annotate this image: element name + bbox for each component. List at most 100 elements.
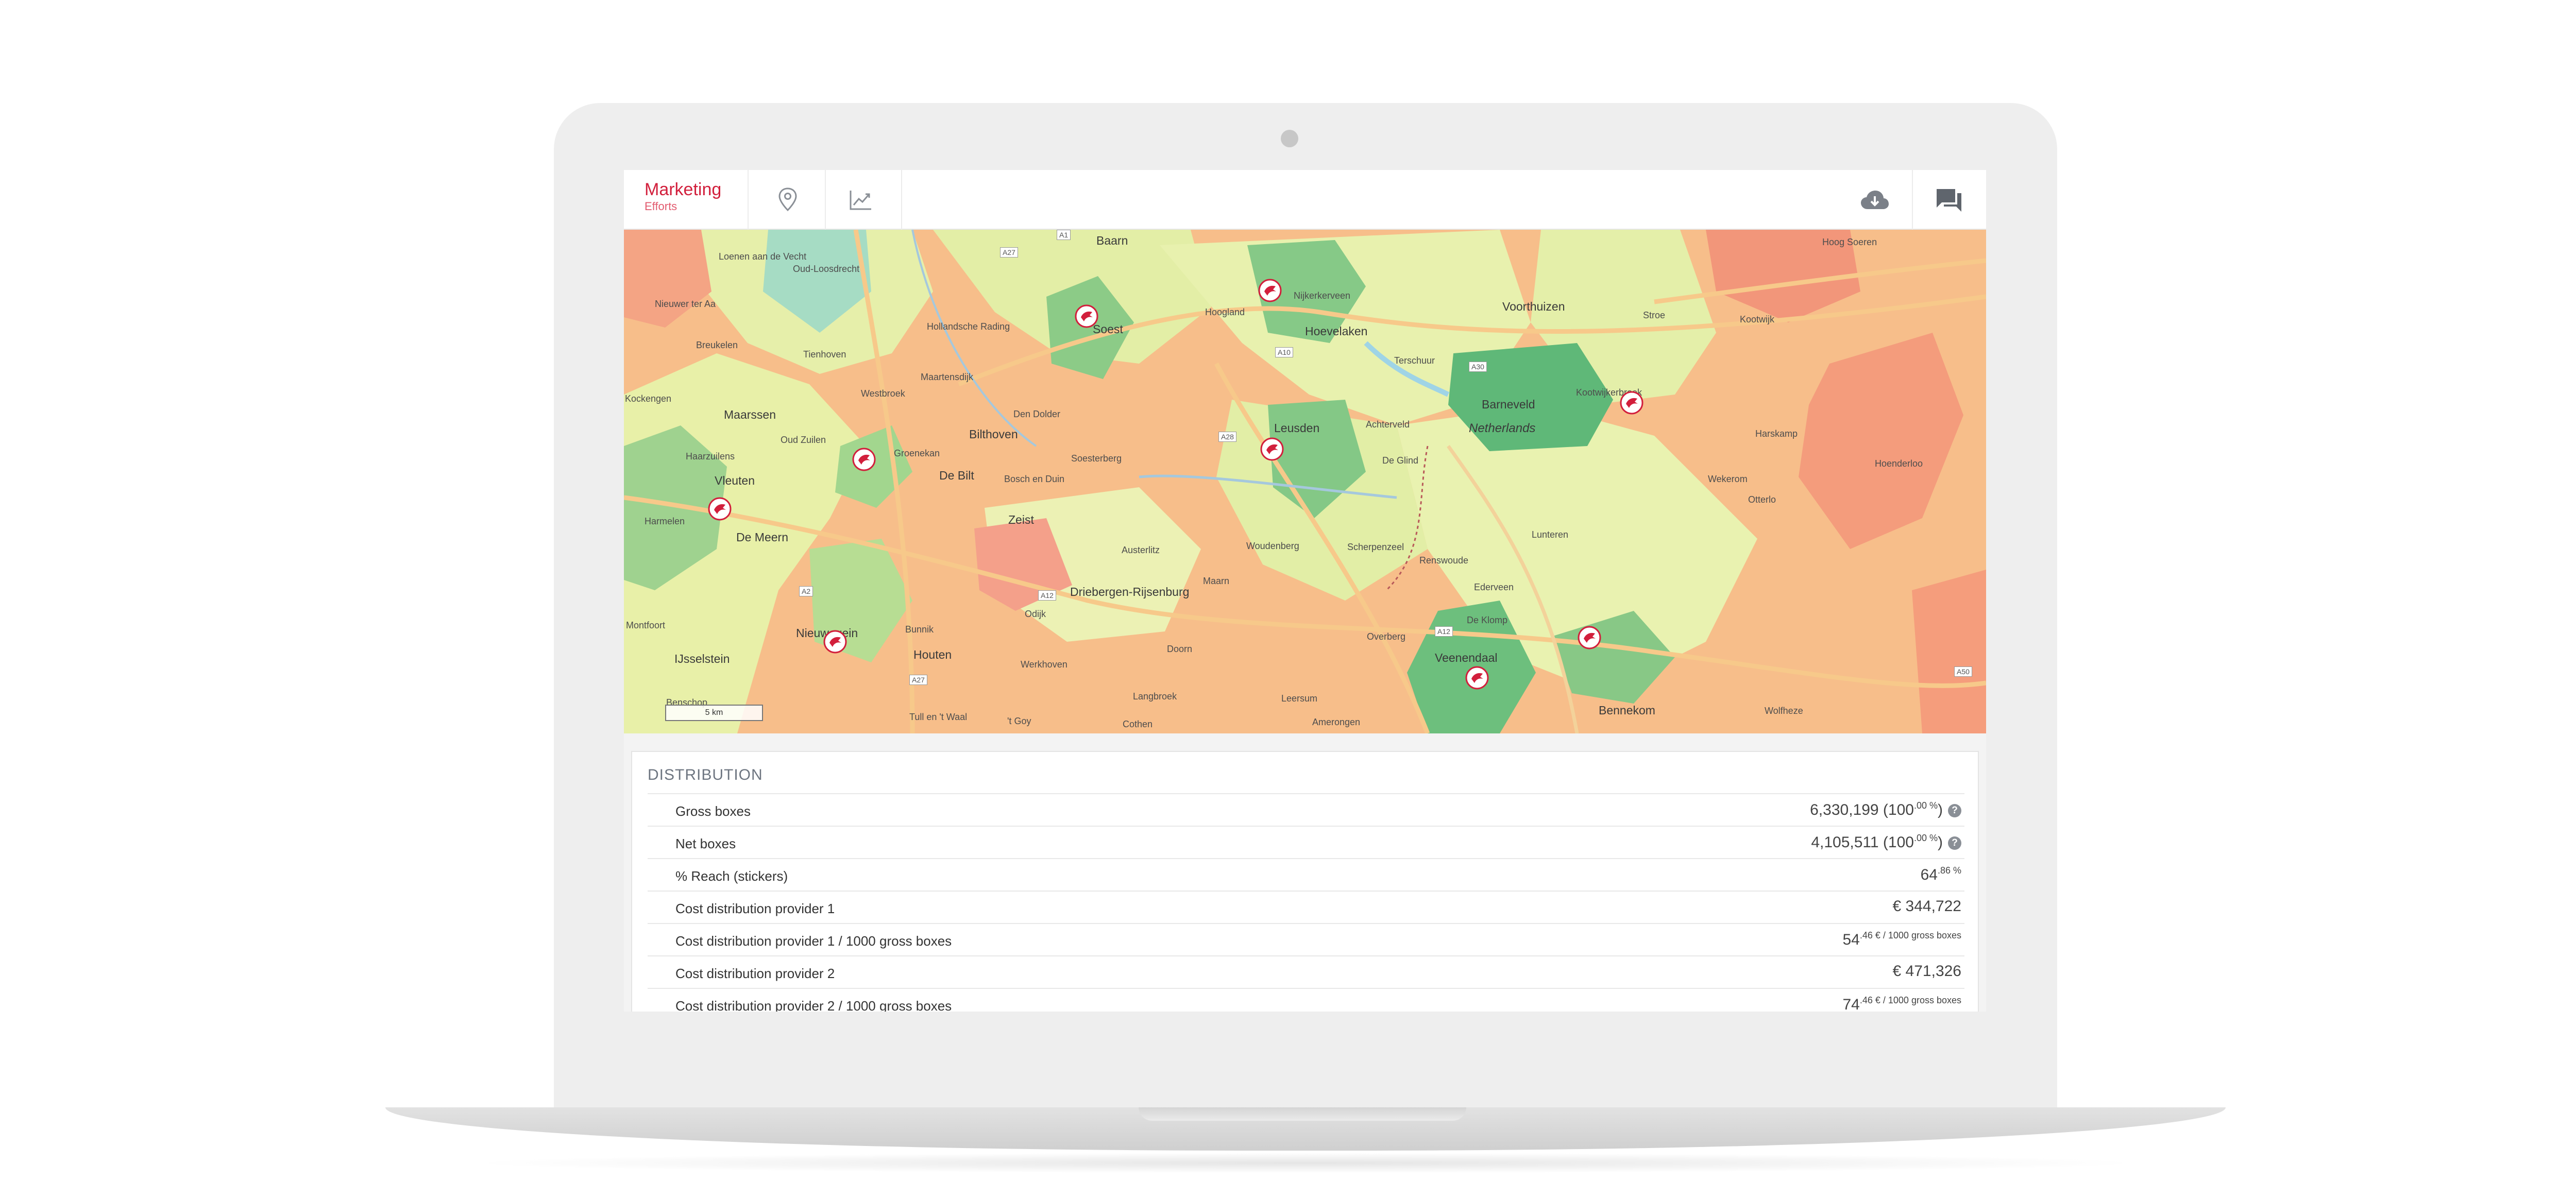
place-label: Renswoude — [1419, 555, 1469, 566]
row-label: Cost distribution provider 1 — [675, 901, 835, 916]
brand-title: Marketing — [645, 180, 722, 199]
location-marker-icon[interactable] — [823, 629, 848, 654]
place-label: Scherpenzeel — [1347, 542, 1404, 552]
distribution-table: Gross boxes 6,330,199 (100.00 %)? Net bo… — [648, 793, 1964, 1012]
place-label: Hollandsche Rading — [927, 321, 1010, 332]
place-label: Cothen — [1123, 719, 1153, 729]
row-value: 6,330,199 (100.00 %)? — [1810, 800, 1961, 819]
place-label: Ederveen — [1474, 582, 1514, 592]
place-label: Langbroek — [1133, 691, 1177, 701]
heat-map[interactable]: Baarn Soest Hoogland Nijkerkerveen Hoeve… — [624, 230, 1986, 733]
place-label: Doorn — [1167, 644, 1193, 654]
road-shield: A12 — [1038, 590, 1056, 601]
place-label: De Klomp — [1467, 615, 1508, 625]
place-label: Nieuwer ter Aa — [655, 299, 716, 309]
place-label: Vleuten — [715, 474, 755, 487]
toolbar-divider — [748, 170, 749, 230]
place-label: Zeist — [1008, 513, 1034, 526]
location-marker-icon[interactable] — [1258, 278, 1282, 303]
road-shield: A2 — [799, 586, 814, 596]
place-label: Haarzuilens — [686, 451, 735, 461]
laptop-notch — [1139, 1107, 1466, 1121]
location-marker-icon[interactable] — [1577, 625, 1602, 650]
location-marker-icon[interactable] — [1260, 437, 1284, 461]
place-label: Harmelen — [645, 516, 685, 526]
row-label: Cost distribution provider 2 — [675, 966, 835, 981]
help-icon[interactable]: ? — [1948, 836, 1961, 850]
location-marker-icon[interactable] — [1074, 304, 1099, 329]
place-label: Oud Zuilen — [781, 435, 826, 445]
table-row: Cost distribution provider 2 € 471,326 — [648, 955, 1964, 988]
map-regions — [624, 230, 1986, 733]
place-label: Austerlitz — [1122, 545, 1160, 555]
cloud-download-icon[interactable] — [1859, 184, 1890, 215]
place-label: Hoenderloo — [1875, 458, 1923, 469]
place-label: Leusden — [1274, 421, 1320, 435]
place-label: Breukelen — [696, 340, 738, 350]
place-label: 't Goy — [1007, 716, 1031, 726]
table-row: Net boxes 4,105,511 (100.00 %)? — [648, 826, 1964, 858]
road-shield: A1 — [1057, 230, 1071, 240]
laptop-shadow — [464, 1153, 2147, 1173]
place-label: Kootwijk — [1740, 314, 1775, 324]
brand-subtitle: Efforts — [645, 200, 677, 213]
map-scale-bar: 5 km — [665, 705, 763, 721]
location-marker-icon[interactable] — [1619, 390, 1644, 415]
location-marker-icon[interactable] — [1465, 665, 1489, 690]
row-value: 74.46 € / 1000 gross boxes — [1842, 995, 1961, 1012]
place-label: Westbroek — [861, 388, 905, 399]
place-label: Bosch en Duin — [1004, 474, 1065, 484]
row-value: 54.46 € / 1000 gross boxes — [1842, 930, 1961, 948]
distribution-panel: DISTRIBUTION Gross boxes 6,330,199 (100.… — [631, 751, 1979, 1012]
place-label: Stroe — [1643, 310, 1666, 320]
place-label: Houten — [913, 648, 952, 661]
place-label: Baarn — [1096, 234, 1128, 247]
place-label: Bennekom — [1599, 704, 1655, 717]
brand-logo[interactable]: Marketing Efforts — [645, 179, 721, 213]
place-label: Amerongen — [1312, 717, 1361, 727]
chat-icon[interactable] — [1934, 184, 1964, 215]
top-bar: Marketing Efforts — [624, 170, 1986, 230]
place-label: Loenen aan de Vecht — [719, 251, 807, 262]
row-value: € 344,722 — [1892, 898, 1961, 915]
road-shield: A28 — [1218, 432, 1236, 442]
app-screen: Marketing Efforts Baarn Soest Hoogland N… — [624, 170, 1986, 1012]
road-shield: A50 — [1954, 666, 1972, 677]
table-row: Cost distribution provider 2 / 1000 gros… — [648, 988, 1964, 1012]
road-shield: A12 — [1435, 626, 1453, 637]
location-pin-icon[interactable] — [772, 184, 803, 215]
place-label: Tienhoven — [803, 349, 846, 360]
trend-chart-icon[interactable] — [845, 184, 876, 215]
webcam — [1281, 130, 1298, 147]
place-label: Maarssen — [724, 408, 776, 421]
place-label: Veenendaal — [1435, 651, 1498, 664]
row-value: 4,105,511 (100.00 %)? — [1811, 833, 1961, 851]
place-label: Odijk — [1025, 609, 1046, 619]
place-label: Wolfheze — [1765, 706, 1803, 716]
row-label: Gross boxes — [675, 803, 751, 819]
location-marker-icon[interactable] — [852, 447, 876, 472]
help-icon[interactable]: ? — [1948, 804, 1961, 817]
place-label: Oud-Loosdrecht — [793, 264, 860, 274]
toolbar-divider — [1912, 170, 1913, 230]
road-shield: A10 — [1275, 347, 1293, 357]
place-label: Bilthoven — [969, 427, 1018, 441]
place-label: Wekerom — [1708, 474, 1748, 484]
place-label: Maarn — [1203, 576, 1230, 586]
place-label: IJsselstein — [674, 652, 730, 665]
table-row: Cost distribution provider 1 / 1000 gros… — [648, 923, 1964, 955]
place-label: Leersum — [1281, 693, 1318, 704]
road-shield: A30 — [1469, 362, 1487, 372]
place-label: Bunnik — [905, 624, 934, 635]
road-shield: A27 — [1000, 247, 1018, 258]
location-marker-icon[interactable] — [707, 497, 732, 521]
row-value: € 471,326 — [1892, 963, 1961, 980]
row-label: % Reach (stickers) — [675, 868, 788, 884]
place-label: Den Dolder — [1013, 409, 1061, 419]
row-label: Net boxes — [675, 836, 736, 851]
place-label: De Bilt — [939, 469, 974, 482]
stage: Marketing Efforts Baarn Soest Hoogland N… — [0, 0, 2576, 1198]
table-row: % Reach (stickers) 64.86 % — [648, 858, 1964, 891]
table-row: Gross boxes 6,330,199 (100.00 %)? — [648, 793, 1964, 826]
place-label: De Glind — [1382, 455, 1419, 466]
